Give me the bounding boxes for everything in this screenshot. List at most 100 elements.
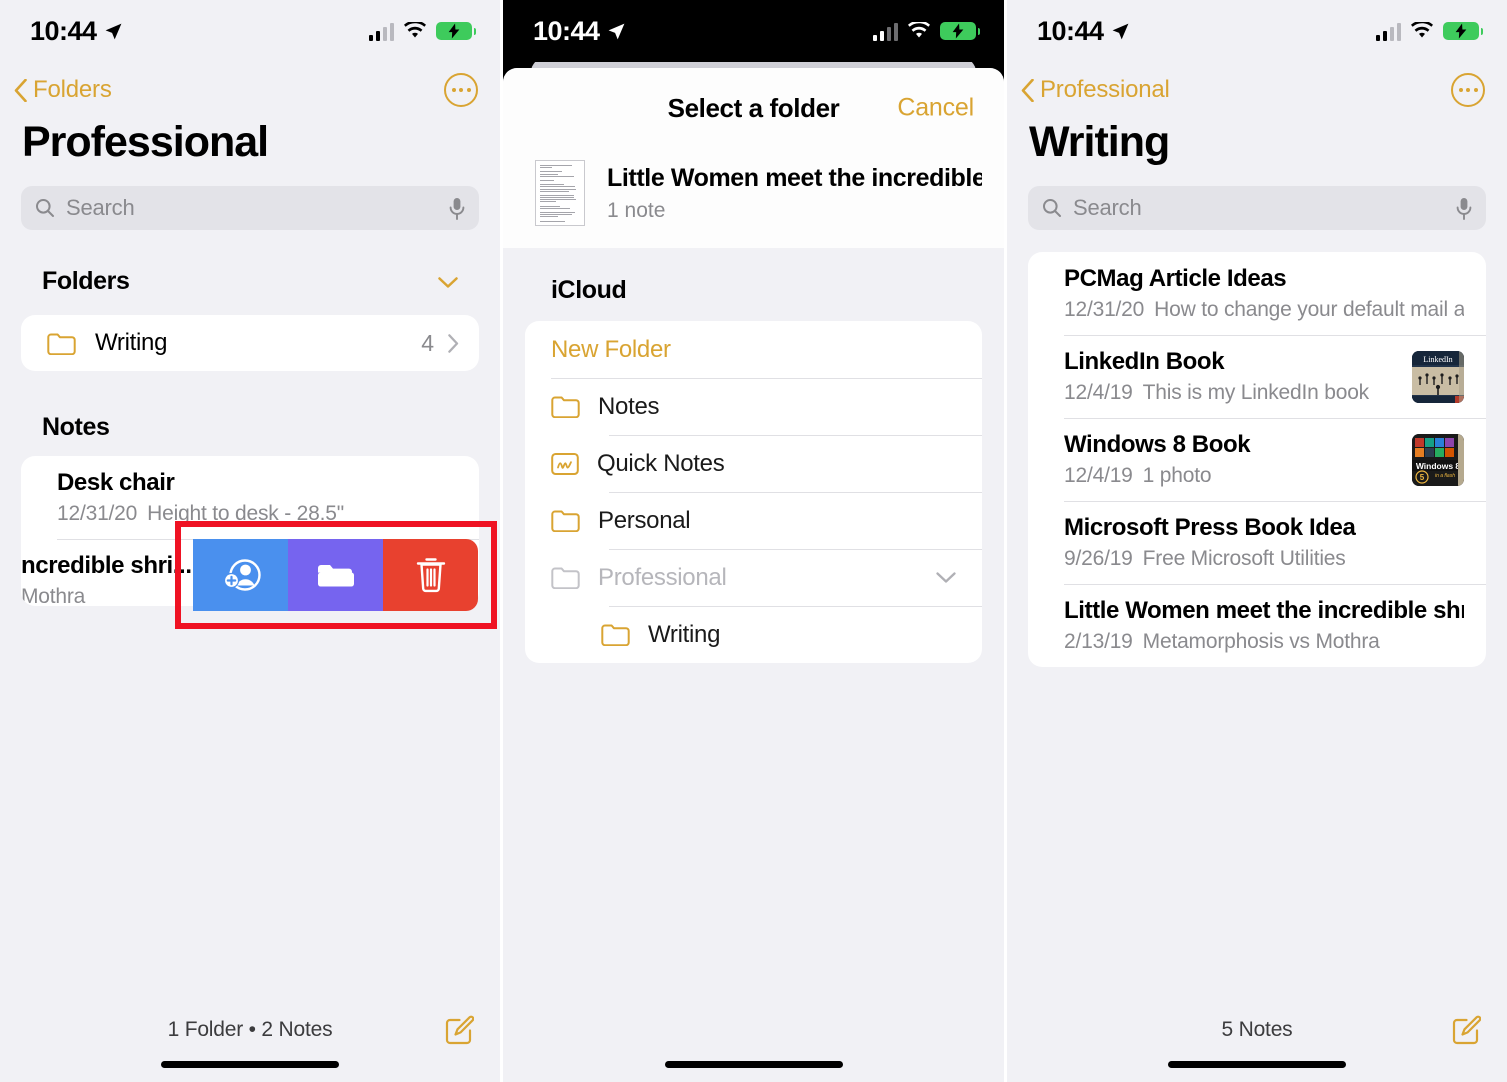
search-icon [1043,199,1061,217]
more-ellipsis-icon[interactable] [1451,73,1485,107]
note-row[interactable]: Little Women meet the incredible shri...… [1028,584,1486,667]
new-folder-label: New Folder [551,335,671,363]
battery-charging-icon [940,22,980,40]
chevron-right-icon [448,333,459,353]
location-arrow-icon [105,23,121,39]
note-preview: Metamorphosis vs Mothra [1142,630,1380,653]
three-panel-screenshot-strip: 10:44 Folders Professional Search Folder… [0,0,1507,1082]
status-time: 10:44 [30,15,97,46]
search-input[interactable]: Search [21,186,479,230]
back-button[interactable]: Professional [1021,76,1170,104]
folder-solid-icon [317,565,354,587]
folder-option-professional[interactable]: Professional [525,549,982,606]
search-input[interactable]: Search [1028,186,1486,230]
folder-option-notes[interactable]: Notes [525,378,982,435]
svg-text:in a flash: in a flash [1435,473,1455,479]
panel-professional-folder: 10:44 Folders Professional Search Folder… [0,0,500,1082]
notes-section-header: Notes [42,413,110,441]
compose-icon[interactable] [1451,1015,1481,1045]
note-title: Little Women meet the incredible s... [607,163,982,192]
chevron-down-icon[interactable] [438,277,458,289]
note-row[interactable]: LinkedIn Book 12/4/19 This is my LinkedIn… [1028,335,1486,418]
cellular-bars-icon [872,22,898,41]
folder-option-personal[interactable]: Personal [525,492,982,549]
note-subtitle: 2/13/19 Metamorphosis vs Mothra [1064,630,1464,654]
swipe-actions [193,539,478,611]
battery-charging-icon [436,22,476,40]
note-subtitle: 12/4/19 1 photo [1064,464,1398,488]
note-date: 9/26/19 [1064,547,1133,570]
folder-label: Writing [648,620,721,648]
select-folder-sheet: Select a folder Cancel Little Women meet [503,68,1004,1082]
note-title: Little Women meet the incredible shri... [1064,597,1464,624]
folders-section-header: Folders [42,267,130,295]
status-bar: 10:44 [0,0,500,62]
cancel-button[interactable]: Cancel [897,94,974,123]
linkedin-book-cover: LinkedIn [1412,350,1464,403]
note-date: 12/4/19 [1064,381,1133,404]
folder-icon [601,624,630,646]
chevron-left-icon [1021,78,1034,102]
note-row[interactable]: Windows 8 Book 12/4/19 1 photo Windows 8… [1028,418,1486,501]
note-date: 12/31/20 [57,502,138,525]
wifi-icon [404,22,426,38]
svg-text:Windows 8: Windows 8 [1416,461,1461,471]
page-title: Professional [22,118,269,166]
panel-writing-folder: 10:44 Professional Writing Search PCMag … [1007,0,1507,1082]
bottom-toolbar: 5 Notes [1007,1008,1507,1052]
battery-charging-icon [1443,22,1483,40]
status-time: 10:44 [1037,15,1104,46]
folder-label: Writing [95,329,168,356]
home-indicator [161,1061,339,1068]
note-preview: Free Microsoft Utilities [1142,547,1346,570]
note-row[interactable]: PCMag Article Ideas 12/31/20 How to chang… [1028,252,1486,335]
nav-bar: Professional [1007,62,1507,118]
folder-row-writing[interactable]: Writing 4 [21,315,479,371]
move-note-action[interactable] [288,539,383,611]
note-preview: Mothra [21,585,86,606]
item-count-label: 5 Notes [1221,1018,1293,1041]
compose-icon[interactable] [444,1015,474,1045]
windows8-book-cover: Windows 8 in a flash 5 [1412,433,1464,486]
folder-label: Quick Notes [597,449,725,477]
nav-bar: Folders [0,62,500,118]
folder-label: Professional [598,563,727,591]
divider [609,492,982,493]
location-arrow-icon [1112,23,1128,39]
divider [609,606,982,607]
folder-count: 4 [421,329,434,356]
search-icon [36,199,54,217]
note-subtitle: 12/31/20 Height to desk - 28.5" [57,502,457,526]
note-subtitle: 12/31/20 How to change your default mail … [1064,298,1464,322]
folder-icon [551,396,580,418]
trash-icon [416,558,445,593]
folder-option-quick-notes[interactable]: Quick Notes [525,435,982,492]
note-date: 2/13/19 [1064,630,1133,653]
bottom-toolbar: 1 Folder • 2 Notes [0,1008,500,1052]
microphone-icon[interactable] [449,197,465,220]
sheet-title: Select a folder [667,92,840,123]
delete-note-action[interactable] [383,539,478,611]
folder-icon [47,333,76,355]
search-placeholder: Search [1073,195,1142,220]
note-row[interactable]: Desk chair 12/31/20 Height to desk - 28.5… [21,456,479,539]
folder-option-writing[interactable]: Writing [525,606,982,663]
folder-picker-card: New Folder Notes Quick Notes Personal Pr… [525,321,982,663]
item-count-label: 1 Folder • 2 Notes [167,1018,333,1041]
status-time: 10:44 [533,15,600,46]
note-preview: Height to desk - 28.5" [147,502,344,525]
divider [551,378,982,379]
share-note-action[interactable] [193,539,288,611]
note-preview: 1 photo [1142,464,1212,487]
cellular-bars-icon [1375,22,1401,41]
note-row[interactable]: Microsoft Press Book Idea 9/26/19 Free Mi… [1028,501,1486,584]
panel-select-folder-sheet: 10:44 Select a folder Cancel Little Wome… [503,0,1004,1082]
chevron-down-icon[interactable] [936,571,956,584]
more-ellipsis-icon[interactable] [444,73,478,107]
folder-icon [551,510,580,532]
new-folder-button[interactable]: New Folder [525,321,982,378]
back-button[interactable]: Folders [14,76,112,104]
note-preview: How to change your default mail a... [1154,298,1464,321]
microphone-icon[interactable] [1456,197,1472,220]
location-arrow-icon [608,23,624,39]
